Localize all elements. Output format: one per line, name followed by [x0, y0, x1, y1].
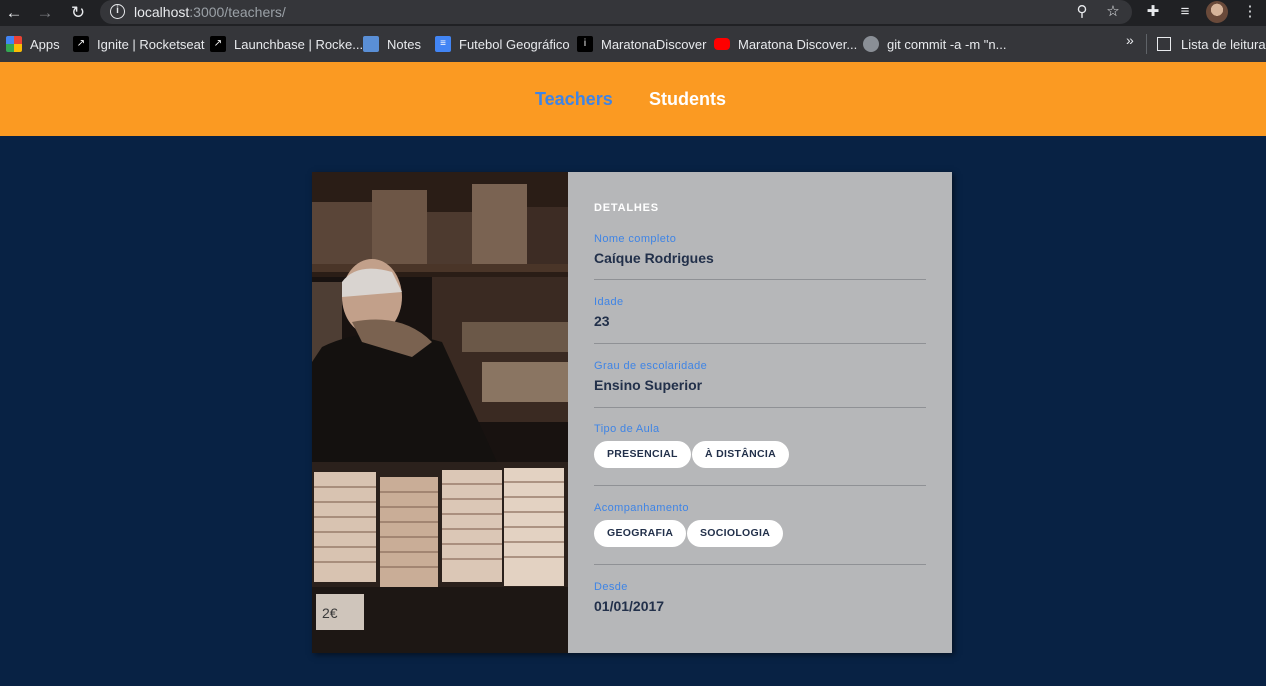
field-value: 23 [594, 313, 610, 329]
bookmark-launchbase[interactable]: ↗ Launchbase | Rocke... [210, 35, 363, 53]
bookmark-label: Launchbase | Rocke... [234, 36, 364, 52]
field-value: Caíque Rodrigues [594, 250, 714, 266]
bookmark-label: git commit -a -m "n... [887, 36, 1007, 52]
tag-pill: SOCIOLOGIA [687, 520, 784, 547]
field-education: Grau de escolaridade Ensino Superior [594, 360, 926, 408]
price-tag-label: 2€ [322, 605, 338, 621]
bookmarks-bar: Apps ↗ Ignite | Rocketseat ↗ Launchbase | … [0, 26, 1266, 62]
nav-students[interactable]: Students [649, 89, 726, 110]
menu-kebab-icon[interactable]: ⋮ [1240, 2, 1260, 22]
bookmark-label: Apps [30, 36, 60, 52]
field-age: Idade 23 [594, 296, 926, 344]
browser-toolbar: ← → ↻ i localhost:3000/teachers/ ⚲ ☆ ✚ ≡… [0, 0, 1266, 26]
google-docs-icon: ≡ [435, 36, 451, 52]
profile-avatar[interactable] [1206, 1, 1228, 23]
tag-pill: PRESENCIAL [594, 441, 691, 468]
field-value: Ensino Superior [594, 377, 703, 393]
maratona-icon: i [577, 36, 593, 52]
bookmark-star-icon[interactable]: ☆ [1103, 2, 1123, 22]
laptop-icon [363, 36, 379, 52]
more-bookmarks-icon[interactable]: » [1126, 32, 1134, 48]
url-path: :3000/teachers/ [189, 4, 286, 20]
nav-teachers[interactable]: Teachers [535, 89, 613, 110]
youtube-icon [714, 38, 730, 50]
field-class-type: Tipo de Aula PRESENCIAL À DISTÂNCIA [594, 423, 926, 486]
bookmark-label: Notes [387, 36, 421, 52]
back-arrow-icon[interactable]: ← [3, 2, 25, 24]
reading-list-icon [1157, 37, 1171, 51]
field-value: 01/01/2017 [594, 598, 665, 614]
apps-grid-icon [6, 36, 22, 52]
field-label: Nome completo [594, 233, 677, 245]
bookmark-label: Ignite | Rocketseat [97, 36, 205, 52]
zoom-icon[interactable]: ⚲ [1072, 2, 1092, 22]
url-host: localhost [134, 4, 190, 20]
bookmark-notes[interactable]: Notes [363, 35, 421, 53]
site-info-icon[interactable]: i [110, 4, 125, 19]
bookmark-maratona[interactable]: i MaratonaDiscover [577, 35, 707, 53]
bookmark-label: Futebol Geográfico [459, 36, 570, 52]
tag-pill: GEOGRAFIA [594, 520, 687, 547]
reading-list-label: Lista de leitura [1181, 36, 1266, 52]
url-text[interactable]: localhost:3000/teachers/ [134, 4, 286, 20]
field-label: Acompanhamento [594, 502, 689, 514]
bookmark-apps[interactable]: Apps [6, 35, 60, 53]
field-label: Grau de escolaridade [594, 360, 708, 372]
reading-list[interactable]: Lista de leitura [1157, 35, 1266, 53]
bookmark-git-commit[interactable]: git commit -a -m "n... [863, 35, 1006, 53]
details-heading: DETALHES [594, 202, 659, 214]
rocketseat-icon: ↗ [210, 36, 226, 52]
field-full-name: Nome completo Caíque Rodrigues [594, 233, 926, 280]
reload-icon[interactable]: ↻ [67, 2, 89, 24]
teacher-photo: 2€ [312, 172, 568, 653]
field-since: Desde 01/01/2017 [594, 581, 926, 621]
forward-arrow-icon[interactable]: → [34, 2, 56, 24]
field-subjects: Acompanhamento GEOGRAFIA SOCIOLOGIA [594, 502, 926, 565]
bookmark-ignite[interactable]: ↗ Ignite | Rocketseat [73, 35, 204, 53]
field-label: Tipo de Aula [594, 423, 660, 435]
git-icon [863, 36, 879, 52]
field-label: Idade [594, 296, 624, 308]
media-queue-icon[interactable]: ≡ [1175, 2, 1195, 22]
field-label: Desde [594, 581, 628, 593]
teacher-card: 2€ DETALHES Nome completo Caíque Rodrigu… [312, 172, 952, 653]
app-header: Teachers Students [0, 62, 1266, 136]
extensions-puzzle-icon[interactable]: ✚ [1143, 2, 1163, 22]
bookmark-label: MaratonaDiscover [601, 36, 707, 52]
bookmark-maratona-youtube[interactable]: Maratona Discover... [714, 35, 857, 53]
tag-pill: À DISTÂNCIA [692, 441, 789, 468]
rocketseat-icon: ↗ [73, 36, 89, 52]
bookmark-futebol[interactable]: ≡ Futebol Geográfico [435, 35, 570, 53]
bookmark-label: Maratona Discover... [738, 36, 858, 52]
bookmarks-divider [1146, 34, 1147, 54]
address-bar[interactable]: i localhost:3000/teachers/ ⚲ ☆ [100, 0, 1132, 24]
